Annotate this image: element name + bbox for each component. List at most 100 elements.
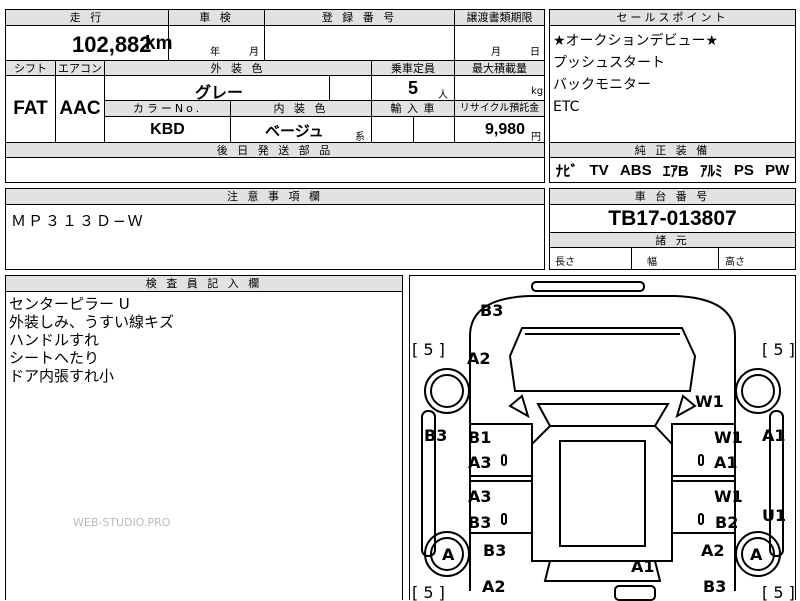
tire-mark-fl: [ 5 ]	[412, 340, 445, 359]
chassis-box: 車 台 番 号 TB17-013807 諸 元 長さ 幅 高さ	[549, 188, 796, 270]
damage-mark: B3	[703, 577, 726, 596]
transfer-doc-cell: 月 日	[455, 26, 544, 60]
remark-line: センターピラー U	[9, 295, 130, 313]
capacity-unit: 人	[438, 90, 448, 101]
equipment-item: ｱﾙﾐ	[700, 162, 723, 180]
tire-mark-rl: [ 5 ]	[412, 583, 445, 601]
aircon-header: エアコン	[56, 60, 105, 76]
damage-mark: A	[750, 545, 763, 564]
dims-header: 諸 元	[550, 232, 795, 248]
notes-text: ＭＰ３１３Ｄ−Ｗ	[11, 212, 145, 230]
car-diagram: [ 5 ] [ 5 ] [ 5 ] [ 5 ] B3 A2 W1 B3 B1 A…	[412, 281, 795, 601]
aircon-value: AAC	[56, 76, 105, 142]
capacity-header: 乗車定員	[372, 60, 455, 76]
cabin	[531, 425, 673, 562]
inspector-header: 検 査 員 記 入 欄	[6, 276, 402, 292]
selling-point-item: ETC	[553, 99, 580, 115]
registration-cell	[265, 26, 455, 60]
damage-mark: W1	[695, 392, 724, 411]
windshield	[536, 403, 670, 427]
damage-mark: A2	[467, 349, 491, 368]
interior-value: ベージュ	[265, 122, 324, 140]
equipment-item: PW	[765, 161, 790, 179]
damage-mark: B2	[715, 513, 738, 532]
length-cell: 長さ	[550, 248, 632, 269]
shift-header: シフト	[6, 60, 56, 76]
damage-mark: U1	[762, 506, 786, 525]
damage-mark: W1	[714, 487, 743, 506]
interior-cell: ベージュ 系	[231, 117, 372, 143]
damage-mark: A3	[468, 453, 492, 472]
damage-mark: A1	[714, 453, 738, 472]
transfer-month: 月	[491, 47, 501, 58]
vehicle-info-table: 走 行 車 検 登 録 番 号 譲渡書類期限 102,882 km 年 月 月 …	[5, 9, 545, 183]
registration-header: 登 録 番 号	[265, 10, 455, 26]
tire-mark-rr: [ 5 ]	[762, 583, 795, 601]
inspection-cell: 年 月	[169, 26, 265, 60]
equipment-item: ﾅﾋﾞ	[555, 162, 579, 180]
selling-points-list: ★オークションデビュー★ プッシュスタート バックモニター ETC	[553, 30, 793, 118]
color-value: グレー	[195, 83, 244, 102]
front-bumper	[531, 281, 645, 292]
color-value-cell: グレー	[105, 76, 330, 102]
tire-mark-fr: [ 5 ]	[762, 340, 795, 359]
damage-mark: B3	[483, 541, 506, 560]
inspection-month: 月	[249, 47, 259, 58]
shift-value: FAT	[6, 76, 56, 142]
damage-mark: W1	[714, 428, 743, 447]
selling-point-item: ★オークションデビュー★	[553, 33, 719, 49]
remark-line: ハンドルすれ	[9, 331, 100, 349]
recycle-header: リサイクル預託金	[455, 101, 544, 117]
inspection-header: 車 検	[169, 10, 265, 26]
equipment-item: TV	[589, 161, 609, 179]
inspector-remarks: センターピラー U 外装しみ、うすい線キズ ハンドルすれ シートへたり ドア内張…	[9, 295, 389, 385]
import-cell-b	[414, 117, 455, 142]
equipment-list: ﾅﾋﾞ TV ABS ｴｱB ｱﾙﾐ PS PW	[550, 158, 795, 182]
color-header: 外 装 色	[105, 60, 372, 76]
equipment-item: ｴｱB	[662, 162, 689, 180]
damage-mark: A1	[762, 426, 786, 445]
selling-points-header: セールスポイント	[550, 10, 795, 26]
selling-point-item: プッシュスタート	[553, 55, 665, 71]
transfer-day: 日	[530, 47, 540, 58]
notes-header: 注 意 事 項 欄	[6, 189, 544, 205]
mileage-header: 走 行	[6, 10, 169, 26]
damage-mark: A2	[482, 577, 506, 596]
damage-mark: B1	[468, 428, 491, 447]
width-cell: 幅	[632, 248, 719, 269]
capacity-cell: 5 人	[372, 76, 455, 101]
loadmax-header: 最大積載量	[455, 60, 544, 76]
remark-line: シートへたり	[9, 349, 100, 367]
inspector-box: 検 査 員 記 入 欄 センターピラー U 外装しみ、うすい線キズ ハンドルすれ…	[5, 275, 403, 600]
recycle-value: 9,980	[485, 121, 526, 138]
equipment-header: 純 正 装 備	[550, 142, 795, 158]
equipment-item: PS	[733, 161, 754, 179]
later-parts-cell	[6, 158, 544, 182]
colorno-header: カラーNo.	[105, 101, 231, 117]
damage-mark: A1	[631, 557, 655, 576]
loadmax-cell: kg	[455, 76, 544, 101]
damage-mark: A	[442, 545, 455, 564]
colorno-value: KBD	[105, 117, 231, 142]
remark-line: ドア内張すれ小	[9, 367, 115, 385]
selling-points-box: セールスポイント ★オークションデビュー★ プッシュスタート バックモニター E…	[549, 9, 796, 183]
load-unit: kg	[531, 86, 544, 97]
equipment-item: ABS	[619, 161, 652, 179]
chassis-number: TB17-013807	[608, 207, 737, 230]
hood	[508, 327, 697, 392]
transfer-doc-header: 譲渡書類期限	[455, 10, 544, 26]
damage-mark: B3	[424, 426, 447, 445]
recycle-cell: 9,980 円	[455, 117, 544, 143]
inspection-year: 年	[210, 47, 220, 58]
notes-box: 注 意 事 項 欄 ＭＰ３１３Ｄ−Ｗ	[5, 188, 545, 270]
damage-mark: B3	[480, 301, 503, 320]
import-cell-a	[372, 117, 414, 142]
interior-suffix: 系	[355, 132, 365, 143]
color-extra-cell	[330, 76, 372, 101]
selling-point-item: バックモニター	[553, 77, 651, 93]
later-parts-header: 後 日 発 送 部 品	[6, 142, 544, 158]
chassis-header: 車 台 番 号	[550, 189, 795, 205]
damage-mark: A3	[468, 487, 492, 506]
interior-header: 内 装 色	[231, 101, 372, 117]
damage-diagram-box: [ 5 ] [ 5 ] [ 5 ] [ 5 ] B3 A2 W1 B3 B1 A…	[409, 275, 796, 601]
